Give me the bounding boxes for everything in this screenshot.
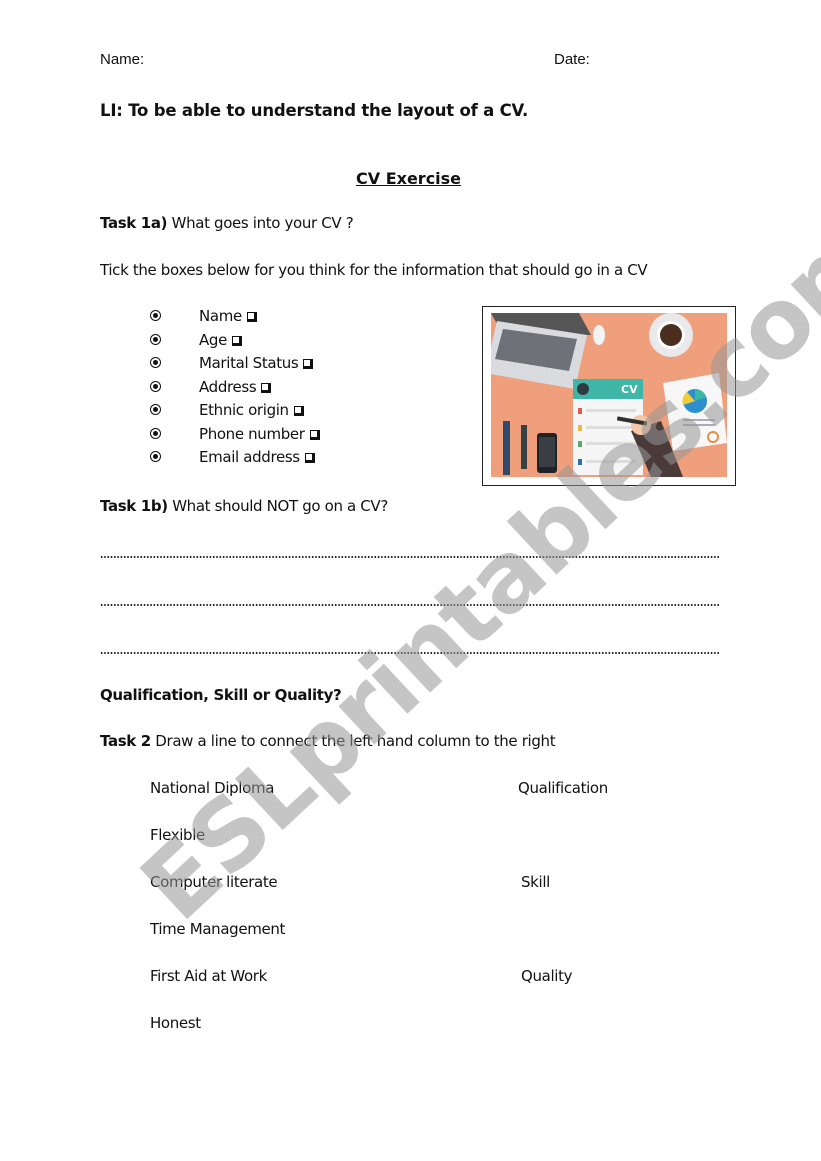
left-item[interactable]: Flexible xyxy=(150,826,205,844)
mouse-icon xyxy=(593,325,605,345)
task1b-heading: Task 1b) What should NOT go on a CV? xyxy=(100,497,388,515)
coffee-cup-icon xyxy=(649,313,693,357)
checkbox[interactable] xyxy=(246,312,257,322)
usb-icon xyxy=(521,425,527,469)
item-label: Address xyxy=(199,377,257,396)
task1a-question: What goes into your CV ? xyxy=(167,214,354,232)
task1a-label: Task 1a) xyxy=(100,214,168,232)
item-label: Name xyxy=(199,307,242,325)
right-item[interactable]: Qualification xyxy=(518,779,608,797)
section2-heading: Qualification, Skill or Quality? xyxy=(100,686,342,704)
radio-bullet-icon xyxy=(150,333,161,345)
svg-text:CV: CV xyxy=(621,383,638,396)
item-label: Age xyxy=(199,330,227,349)
item-label: Phone number xyxy=(199,424,305,443)
item-label: Marital Status xyxy=(199,354,299,372)
left-item[interactable]: Time Management xyxy=(150,920,285,938)
radio-bullet-icon xyxy=(150,357,161,368)
answer-line[interactable] xyxy=(100,652,720,654)
checkbox[interactable] xyxy=(303,359,314,369)
page-title: CV Exercise xyxy=(356,169,462,188)
radio-bullet-icon xyxy=(150,427,161,439)
task2-label: Task 2 xyxy=(100,732,151,750)
task2-heading: Task 2 Draw a line to connect the left h… xyxy=(100,732,556,750)
worksheet-page: Name: Date: LI: To be able to understand… xyxy=(0,0,821,1161)
left-item[interactable]: Computer literate xyxy=(150,873,278,891)
item-label: Ethnic origin xyxy=(199,401,289,419)
checkbox[interactable] xyxy=(261,382,272,393)
laptop-icon xyxy=(491,313,591,389)
left-item[interactable]: First Aid at Work xyxy=(150,967,267,985)
desk-scene-svg: CV xyxy=(491,313,727,477)
ruler-icon xyxy=(503,421,510,475)
item-label: Email address xyxy=(199,448,300,466)
right-item[interactable]: Quality xyxy=(521,967,573,985)
radio-bullet-icon xyxy=(150,404,161,415)
answer-line[interactable] xyxy=(100,604,720,606)
learning-intention: LI: To be able to understand the layout … xyxy=(100,101,529,120)
right-item[interactable]: Skill xyxy=(521,873,550,891)
radio-bullet-icon xyxy=(150,380,161,392)
radio-bullet-icon xyxy=(150,310,161,321)
task1a-heading: Task 1a) What goes into your CV ? xyxy=(100,214,354,232)
checkbox[interactable] xyxy=(309,429,320,440)
left-item[interactable]: National Diploma xyxy=(150,779,274,797)
task1b-question: What should NOT go on a CV? xyxy=(167,497,388,515)
checkbox[interactable] xyxy=(304,453,315,463)
task1a-instruction: Tick the boxes below for you think for t… xyxy=(100,261,648,279)
radio-bullet-icon xyxy=(150,451,161,462)
answer-line[interactable] xyxy=(100,556,720,558)
name-label: Name: xyxy=(100,51,145,68)
task1b-label: Task 1b) xyxy=(100,497,168,515)
task2-instruction: Draw a line to connect the left hand col… xyxy=(150,732,556,750)
illustration-canvas: CV xyxy=(491,313,727,477)
cv-desk-illustration: CV xyxy=(482,306,736,486)
report-chart-icon xyxy=(663,373,727,451)
left-item[interactable]: Honest xyxy=(150,1014,201,1032)
date-label: Date: xyxy=(554,51,590,68)
checkbox[interactable] xyxy=(231,335,242,346)
checkbox[interactable] xyxy=(293,406,304,416)
